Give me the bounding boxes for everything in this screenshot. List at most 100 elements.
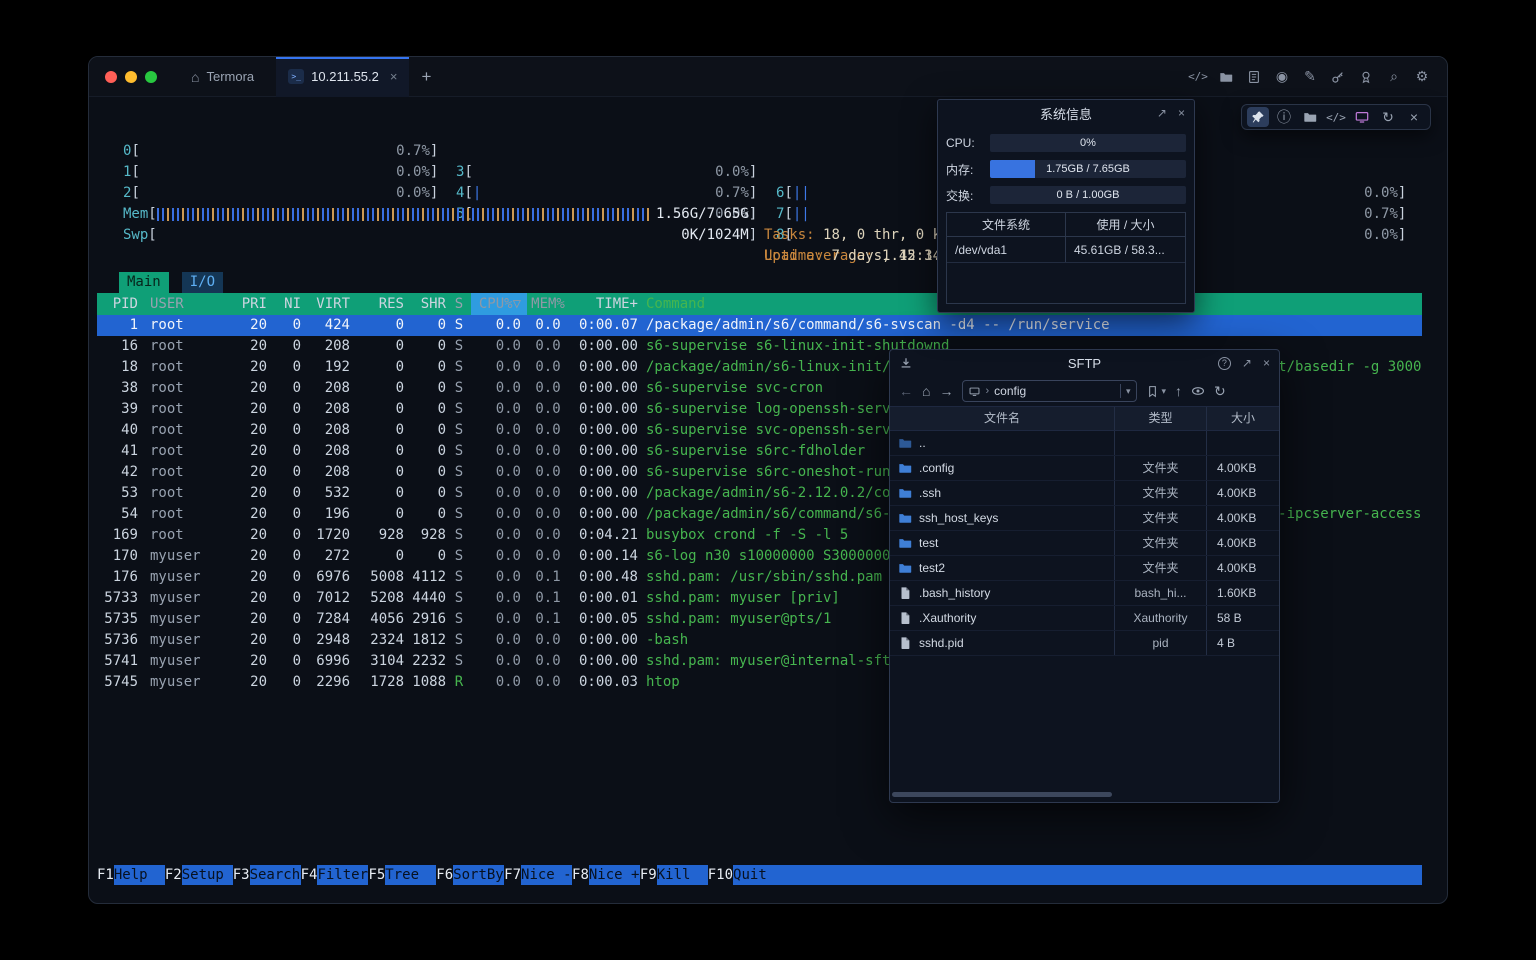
cell-virt: 6996 [302,651,351,672]
fkey-number: F2 [165,865,182,885]
path-segment[interactable]: config [994,384,1026,398]
open-in-window-icon[interactable]: ↗ [1157,106,1167,120]
record-icon[interactable]: ◉ [1271,67,1293,87]
search-icon[interactable]: ⌕ [1383,67,1405,87]
up-directory-icon[interactable]: ↑ [1175,383,1182,399]
show-hidden-icon[interactable] [1191,384,1205,398]
column-time[interactable]: TIME+ [569,293,639,315]
fkey-sortby[interactable]: SortBy [453,865,504,885]
back-icon[interactable]: ← [899,383,913,399]
folder-icon[interactable] [1299,107,1321,127]
refresh-icon[interactable]: ↻ [1214,383,1226,400]
sftp-row[interactable]: .bash_historybash_hi...1.60KB [890,581,1279,606]
column-ni[interactable]: NI [268,293,302,315]
fkey-setup[interactable]: Setup [182,865,233,885]
sftp-row[interactable]: test文件夹4.00KB [890,531,1279,556]
new-tab-button[interactable]: + [421,67,431,87]
zoom-window-button[interactable] [145,71,157,83]
folder-icon [898,511,912,525]
forward-icon[interactable]: → [939,383,953,399]
cell-virt: 424 [302,315,351,336]
journal-icon[interactable] [1243,67,1265,87]
fkey-filter[interactable]: Filter [317,865,368,885]
minimize-window-button[interactable] [125,71,137,83]
cell-user: myuser [143,672,236,693]
column-pid[interactable]: PID [97,293,143,315]
column-shr[interactable]: SHR [405,293,447,315]
cell-mem: 0.1 [527,609,569,630]
column-state[interactable]: S [447,293,471,315]
function-bar: F1HelpF2SetupF3SearchF4FilterF5TreeF6Sor… [97,865,1422,885]
open-in-window-icon[interactable]: ↗ [1242,356,1252,370]
sftp-row[interactable]: sshd.pidpid4 B [890,631,1279,656]
path-breadcrumb[interactable]: › config ▾ [962,380,1137,402]
home-icon: ⌂ [191,69,199,85]
cell-cpu: 0.0 [471,378,527,399]
info-icon[interactable]: ⓘ [1273,107,1295,127]
key-icon[interactable] [1327,67,1349,87]
edit-icon[interactable]: ✎ [1299,67,1321,87]
sftp-titlebar: SFTP ? ↗ × [890,350,1279,376]
htop-tab-io[interactable]: I/O [182,272,223,293]
fkey-nice[interactable]: Nice + [589,865,640,885]
cell-user: myuser [143,651,236,672]
tab-termora[interactable]: ⌂ Termora [179,57,266,97]
column-size[interactable]: 大小 [1206,407,1279,430]
column-cpu-sorted[interactable]: CPU%▽ [471,293,527,315]
home-icon[interactable]: ⌂ [922,383,930,399]
sftp-row[interactable]: .. [890,431,1279,456]
bookmark-icon[interactable]: ▾ [1146,385,1166,398]
horizontal-scrollbar-thumb[interactable] [892,792,1112,797]
column-res[interactable]: RES [351,293,405,315]
column-filename[interactable]: 文件名 [890,407,1114,430]
column-pri[interactable]: PRI [236,293,268,315]
cell-mem: 0.0 [527,651,569,672]
sftp-row[interactable]: ssh_host_keys文件夹4.00KB [890,506,1279,531]
htop-tab-main[interactable]: Main [119,272,169,293]
monitor-icon[interactable] [1351,107,1373,127]
certificate-icon[interactable] [1355,67,1377,87]
folder-icon[interactable] [1215,67,1237,87]
cell-ni: 0 [268,504,302,525]
swap-metric-row: 交换: 0 B / 1.00GB [946,186,1186,204]
sftp-toolbar: ← ⌂ → › config ▾ ▾ ↑ ↻ [890,376,1279,406]
chevron-down-icon[interactable]: ▾ [1126,386,1131,397]
fkey-quit[interactable]: Quit [733,865,1422,885]
refresh-icon[interactable]: ↻ [1377,107,1399,127]
cell-mem: 0.0 [527,504,569,525]
code-icon[interactable]: </> [1187,67,1209,87]
cell-shr: 0 [405,483,447,504]
fkey-tree[interactable]: Tree [385,865,436,885]
close-window-button[interactable] [105,71,117,83]
column-type[interactable]: 类型 [1114,407,1206,430]
tab-host-10-211-55-2[interactable]: >_ 10.211.55.2 × [276,57,409,97]
column-mem[interactable]: MEM% [527,293,569,315]
sftp-row[interactable]: .XauthorityXauthority58 B [890,606,1279,631]
cell-virt: 208 [302,441,351,462]
pin-icon[interactable] [1247,107,1269,127]
cell-st: S [447,462,471,483]
close-icon[interactable]: × [1403,107,1425,127]
cell-time: 0:00.03 [569,672,639,693]
help-icon[interactable]: ? [1218,357,1231,370]
swap-label: 交换: [946,187,990,204]
cell-pid: 5741 [97,651,143,672]
column-virt[interactable]: VIRT [302,293,351,315]
fkey-help[interactable]: Help [114,865,165,885]
mem-meter-bars [157,208,649,221]
sftp-row[interactable]: test2文件夹4.00KB [890,556,1279,581]
column-user[interactable]: USER [143,293,236,315]
close-icon[interactable]: × [1178,106,1185,120]
process-row[interactable]: 1root20042400S0.00.00:00.07/package/admi… [97,315,1422,336]
filesystem-row[interactable]: /dev/vda1 45.61GB / 58.3... [947,237,1185,263]
fkey-search[interactable]: Search [250,865,301,885]
fkey-nice[interactable]: Nice - [521,865,572,885]
settings-icon[interactable]: ⚙ [1411,67,1433,87]
close-tab-icon[interactable]: × [390,69,398,84]
sftp-row[interactable]: .ssh文件夹4.00KB [890,481,1279,506]
fkey-kill[interactable]: Kill [657,865,708,885]
close-icon[interactable]: × [1263,356,1270,370]
code-icon[interactable]: </> [1325,107,1347,127]
cell-time: 0:00.01 [569,588,639,609]
sftp-row[interactable]: .config文件夹4.00KB [890,456,1279,481]
